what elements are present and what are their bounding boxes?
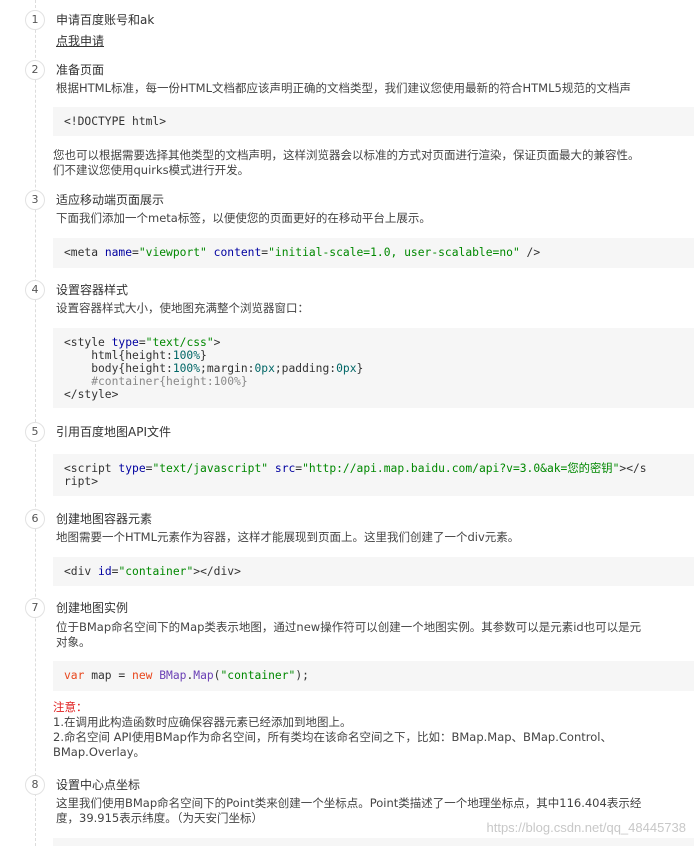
- step-title: 设置容器样式: [56, 283, 129, 297]
- code-block: <div id="container"></div>: [53, 557, 694, 586]
- note-item: 2.命名空间 API使用BMap作为命名空间，所有类均在该命名空间之下，比如：B…: [53, 730, 612, 744]
- step-title: 创建地图实例: [56, 601, 129, 615]
- code-block: var map = new BMap.Map("container");: [53, 661, 694, 691]
- step-title: 设置中心点坐标: [56, 778, 141, 792]
- step-number-badge: 2: [25, 60, 45, 80]
- step-number-badge: 8: [25, 775, 45, 795]
- step-title: 申请百度账号和ak: [56, 13, 155, 27]
- step-number-badge: 7: [25, 598, 45, 618]
- code-block: <!DOCTYPE html>: [53, 107, 694, 136]
- watermark: https://blog.csdn.net/qq_48445738: [486, 820, 687, 835]
- code-block: [53, 838, 694, 846]
- step-description: 位于BMap命名空间下的Map类表示地图，通过new操作符可以创建一个地图实例。…: [56, 620, 642, 649]
- note-item: BMap.Overlay。: [53, 745, 146, 759]
- code-block: <style type="text/css"> html{height:100%…: [53, 328, 694, 408]
- step-number-badge: 4: [25, 280, 45, 300]
- step-followup-text: 您也可以根据需要选择其他类型的文档声明，这样浏览器会以标准的方式对页面进行渲染，…: [53, 148, 640, 177]
- step-number-badge: 6: [25, 509, 45, 529]
- notes-block: 注意： 1.在调用此构造函数时应确保容器元素已经添加到地图上。 2.命名空间 A…: [53, 700, 694, 760]
- step-description: 地图需要一个HTML元素作为容器，这样才能展现到页面上。这里我们创建了一个div…: [56, 530, 520, 544]
- step-title: 准备页面: [56, 63, 105, 77]
- step-description: 下面我们添加一个meta标签，以便使您的页面更好的在移动平台上展示。: [56, 211, 431, 225]
- step-title: 创建地图容器元素: [56, 512, 153, 526]
- code-block: <script type="text/javascript" src="http…: [53, 454, 694, 496]
- note-label: 注意：: [53, 700, 88, 714]
- step-number-badge: 3: [25, 190, 45, 210]
- step-number-badge: 5: [25, 422, 45, 442]
- step-description: 根据HTML标准，每一份HTML文档都应该声明正确的文档类型，我们建议您使用最新…: [56, 81, 631, 95]
- apply-link[interactable]: 点我申请: [56, 32, 104, 49]
- step-description: 设置容器样式大小，使地图充满整个浏览器窗口：: [56, 301, 309, 315]
- code-block: <meta name="viewport" content="initial-s…: [53, 238, 694, 268]
- step-number-badge: 1: [25, 10, 45, 30]
- step-title: 适应移动端页面展示: [56, 193, 165, 207]
- note-item: 1.在调用此构造函数时应确保容器元素已经添加到地图上。: [53, 715, 352, 729]
- step-title: 引用百度地图API文件: [56, 425, 171, 439]
